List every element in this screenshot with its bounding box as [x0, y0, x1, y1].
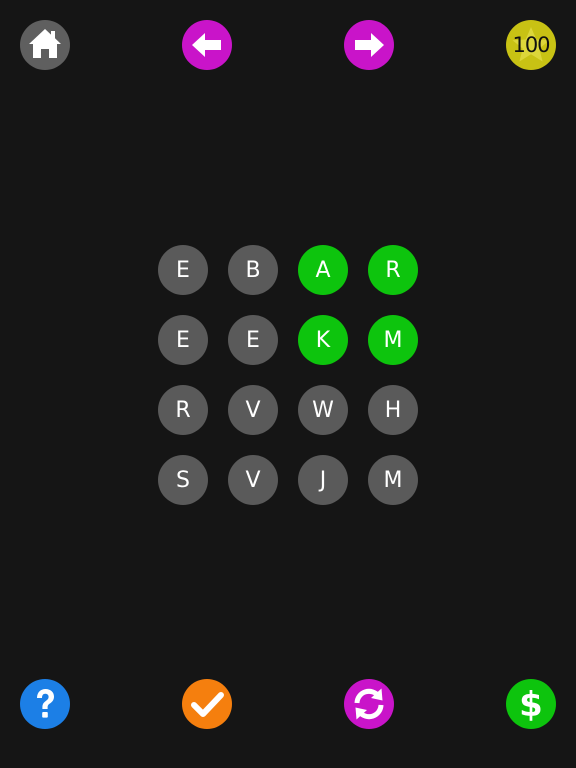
letter-tile-r4-c3[interactable]: J	[298, 455, 348, 505]
home-icon	[20, 20, 70, 70]
question-icon	[20, 679, 70, 729]
arrow-right-icon	[344, 20, 394, 70]
arrow-left-icon	[182, 20, 232, 70]
letter-tile-r1-c3[interactable]: A	[298, 245, 348, 295]
score-badge[interactable]: 100	[506, 20, 556, 70]
previous-level-button[interactable]	[182, 20, 232, 70]
svg-text:$: $	[519, 685, 543, 725]
checkmark-icon	[182, 679, 232, 729]
letter-tile-r1-c2[interactable]: B	[228, 245, 278, 295]
letter-tile-r1-c4[interactable]: R	[368, 245, 418, 295]
letter-tile-r1-c1[interactable]: E	[158, 245, 208, 295]
refresh-icon	[344, 679, 394, 729]
letter-grid: EBAREEKMRVWHSVJM	[158, 245, 418, 505]
score-value: 100	[512, 33, 550, 57]
next-level-button[interactable]	[344, 20, 394, 70]
letter-tile-r2-c1[interactable]: E	[158, 315, 208, 365]
letter-tile-r3-c3[interactable]: W	[298, 385, 348, 435]
buy-coins-button[interactable]: $	[506, 679, 556, 729]
letter-tile-r3-c1[interactable]: R	[158, 385, 208, 435]
game-screen: 100 EBAREEKMRVWHSVJM $	[0, 0, 576, 768]
dollar-icon: $	[506, 679, 556, 729]
shuffle-button[interactable]	[344, 679, 394, 729]
letter-tile-r4-c4[interactable]: M	[368, 455, 418, 505]
letter-tile-r3-c4[interactable]: H	[368, 385, 418, 435]
home-button[interactable]	[20, 20, 70, 70]
letter-tile-r2-c2[interactable]: E	[228, 315, 278, 365]
letter-tile-r3-c2[interactable]: V	[228, 385, 278, 435]
help-button[interactable]	[20, 679, 70, 729]
letter-tile-r4-c1[interactable]: S	[158, 455, 208, 505]
letter-tile-r2-c4[interactable]: M	[368, 315, 418, 365]
submit-word-button[interactable]	[182, 679, 232, 729]
letter-tile-r2-c3[interactable]: K	[298, 315, 348, 365]
letter-tile-r4-c2[interactable]: V	[228, 455, 278, 505]
